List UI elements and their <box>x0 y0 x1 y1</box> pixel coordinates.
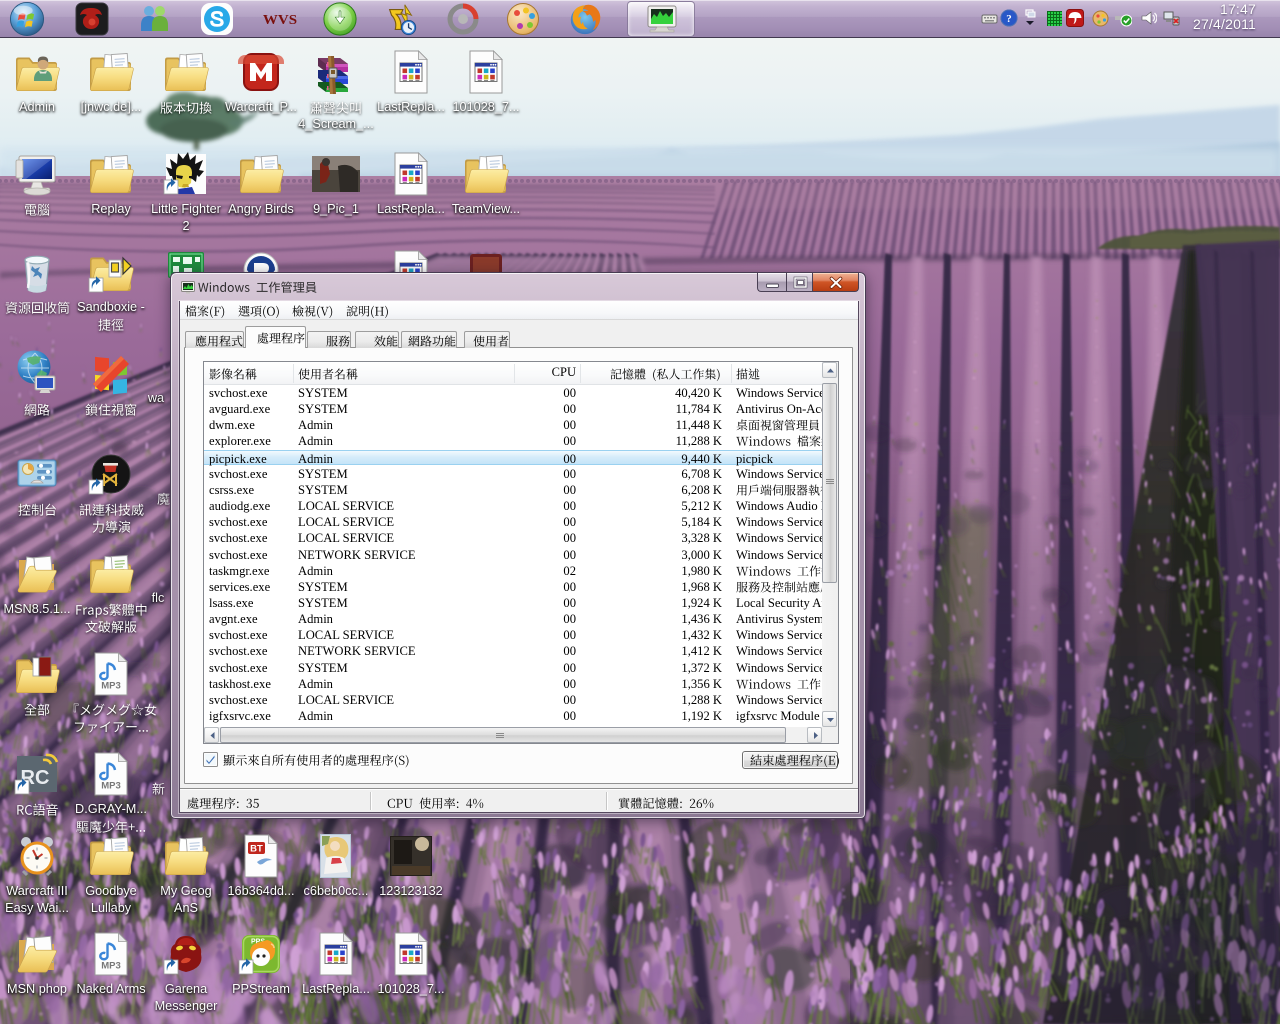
svg-text:MP3: MP3 <box>101 781 121 792</box>
svg-text:MP3: MP3 <box>101 681 121 692</box>
svg-text:BT: BT <box>250 844 263 855</box>
svg-text:MP3: MP3 <box>101 961 121 972</box>
svg-text:?: ? <box>1006 13 1012 25</box>
svg-text:WVS: WVS <box>263 13 297 28</box>
